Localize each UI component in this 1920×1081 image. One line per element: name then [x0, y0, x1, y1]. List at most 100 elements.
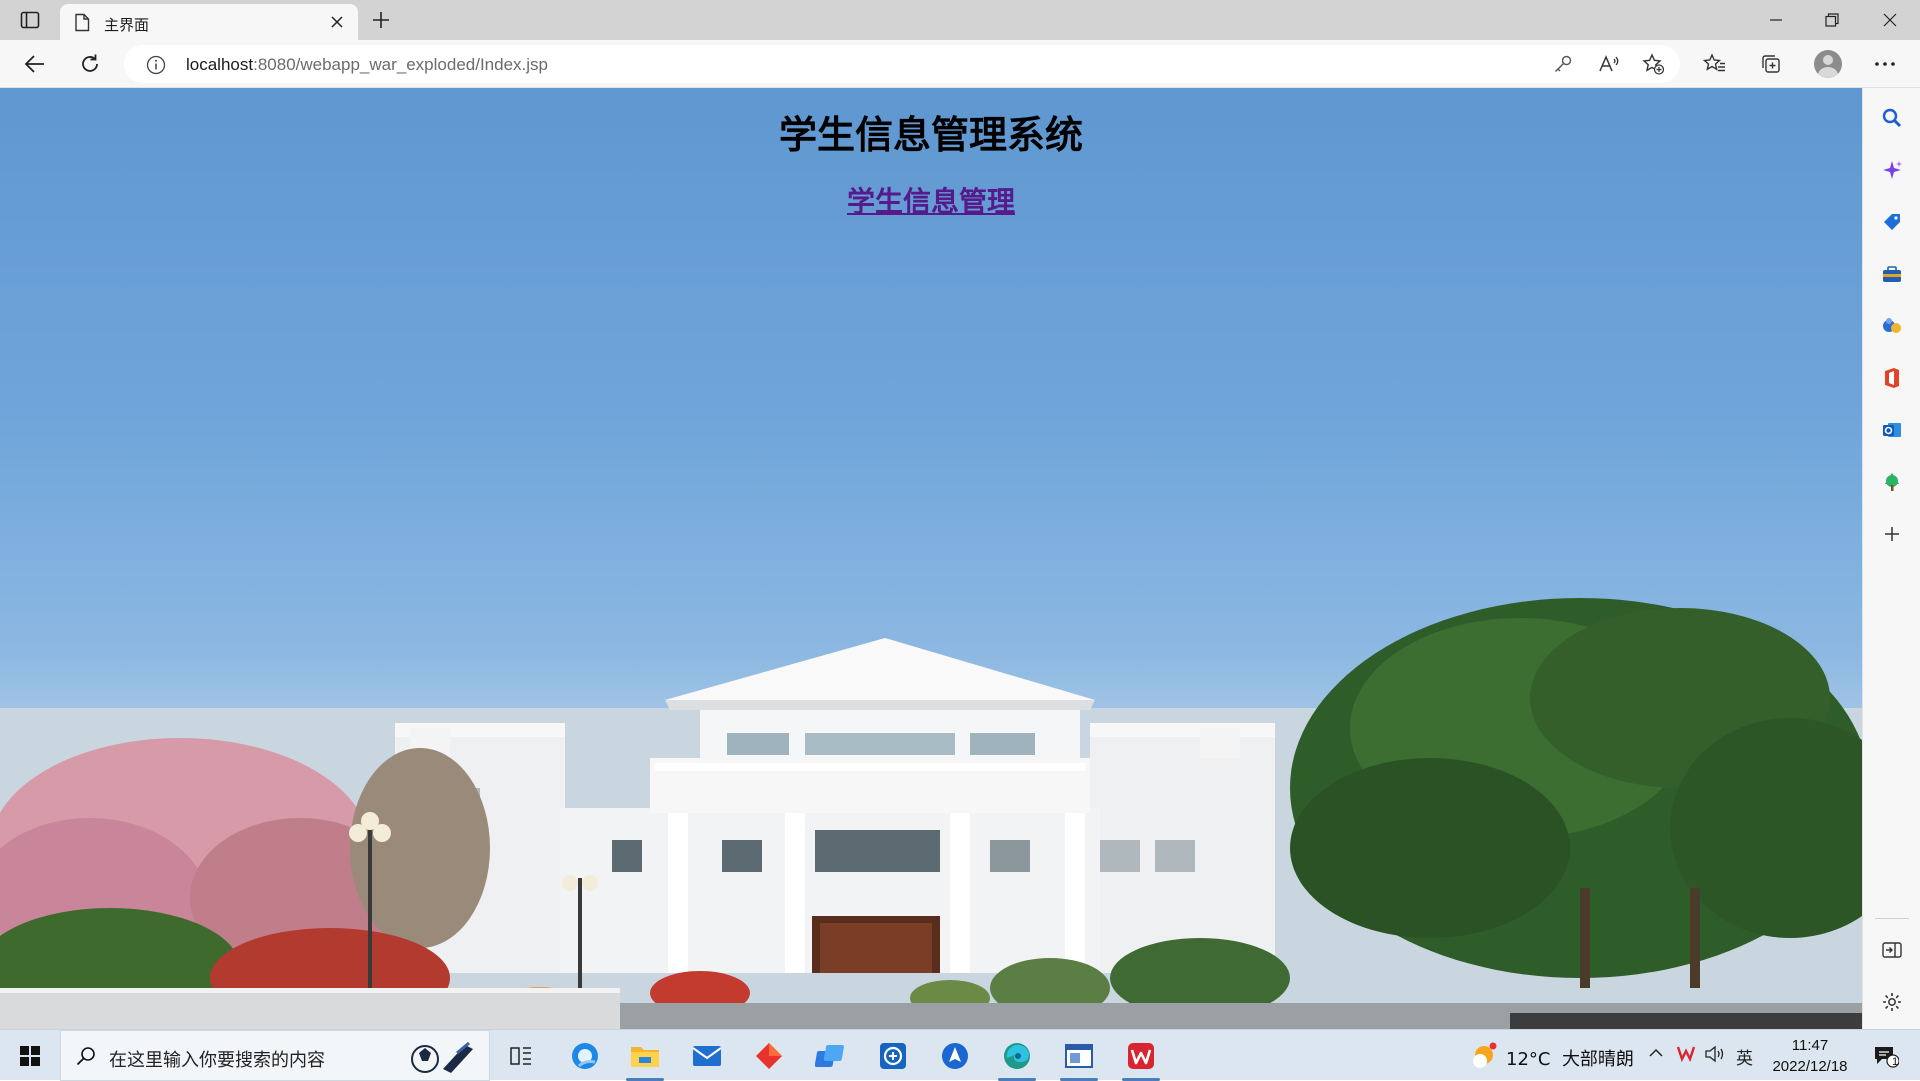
- sidebar-settings-button[interactable]: [1878, 988, 1906, 1016]
- window-app-icon: [1065, 1044, 1093, 1068]
- refresh-button[interactable]: [75, 50, 105, 78]
- office-icon: [1885, 368, 1899, 388]
- task-view-button[interactable]: [498, 1036, 544, 1076]
- taskbar: 在这里输入你要搜索的内容 12°C 大部晴朗 英 11:47 2022/12/1…: [0, 1029, 1920, 1081]
- browser-tab[interactable]: 主界面: [60, 4, 358, 40]
- url-host: localhost: [186, 55, 254, 74]
- page-title: 学生信息管理系统: [778, 113, 1083, 157]
- more-dots-icon: [1875, 62, 1895, 66]
- taskbar-app-wps[interactable]: [1118, 1036, 1164, 1081]
- taskbar-app-file-explorer[interactable]: [622, 1036, 668, 1081]
- more-button[interactable]: [1870, 49, 1900, 79]
- sidebar-shopping-button[interactable]: [1878, 208, 1906, 236]
- tools-icon: [1883, 266, 1901, 282]
- collections-button[interactable]: [1756, 49, 1786, 79]
- page-link-wrapper: 学生信息管理: [0, 180, 1862, 220]
- tab-title: 主界面: [104, 17, 150, 34]
- edge-sidebar: [1862, 88, 1920, 1029]
- title-bar: 主界面: [0, 0, 1920, 40]
- add-favorite-icon[interactable]: [1642, 53, 1664, 75]
- diamond-app-icon: [756, 1043, 782, 1069]
- key-icon[interactable]: [1552, 54, 1574, 74]
- taskbar-search[interactable]: 在这里输入你要搜索的内容: [60, 1030, 490, 1081]
- volume-icon[interactable]: [1704, 1045, 1726, 1068]
- refresh-icon: [82, 54, 98, 72]
- page-icon: [74, 13, 90, 37]
- taskbar-app-mail[interactable]: [684, 1036, 730, 1076]
- copilot-icon: [1883, 161, 1902, 179]
- task-view-icon: [510, 1047, 531, 1065]
- restore-icon: [1825, 13, 1839, 27]
- edge-icon: [1004, 1043, 1030, 1069]
- url-path: :8080/webapp_war_exploded/Index.jsp: [253, 55, 548, 74]
- info-icon[interactable]: [146, 55, 166, 80]
- url-text[interactable]: localhost:8080/webapp_war_exploded/Index…: [186, 55, 548, 75]
- sidebar-search-button[interactable]: [1878, 104, 1906, 132]
- search-highlight-icon: [407, 1039, 479, 1080]
- close-icon: [1883, 13, 1897, 27]
- back-button[interactable]: [20, 50, 50, 78]
- sidebar-tree-button[interactable]: [1878, 468, 1906, 496]
- blue-squares-app-icon: [815, 1045, 844, 1067]
- folder-icon: [631, 1047, 659, 1067]
- tab-actions-icon: [20, 11, 40, 29]
- minimize-button[interactable]: [1756, 6, 1796, 34]
- taskbar-app-window[interactable]: [1056, 1036, 1102, 1081]
- read-aloud-icon[interactable]: [1598, 54, 1620, 74]
- taskbar-app-edge[interactable]: [994, 1036, 1040, 1081]
- new-tab-button[interactable]: [368, 8, 394, 32]
- address-bar[interactable]: localhost:8080/webapp_war_exploded/Index…: [124, 45, 1680, 83]
- shopping-icon: [1884, 214, 1900, 230]
- start-button[interactable]: [10, 1042, 50, 1070]
- page-content: 学生信息管理系统 学生信息管理: [0, 88, 1862, 1029]
- games-icon: [1883, 318, 1901, 333]
- show-hidden-icons-icon[interactable]: [1648, 1046, 1664, 1065]
- search-icon: [1882, 108, 1902, 128]
- taskbar-app-qq-browser[interactable]: [562, 1036, 608, 1076]
- taskbar-app-store[interactable]: [870, 1036, 916, 1076]
- sidebar-divider: [1875, 918, 1909, 919]
- back-arrow-icon: [24, 55, 44, 73]
- navigation-bar: localhost:8080/webapp_war_exploded/Index…: [0, 40, 1920, 88]
- collections-icon: [1762, 55, 1780, 73]
- sidebar-tools-button[interactable]: [1878, 260, 1906, 288]
- student-info-management-link[interactable]: 学生信息管理: [847, 185, 1015, 218]
- favorites-button[interactable]: [1700, 49, 1730, 79]
- tab-actions-button[interactable]: [14, 8, 46, 32]
- close-tab-icon[interactable]: [328, 13, 346, 31]
- sidebar-office-button[interactable]: [1878, 364, 1906, 392]
- mail-icon: [692, 1046, 722, 1066]
- browser-app-icon: [572, 1043, 598, 1069]
- taskbar-app-red[interactable]: [746, 1036, 792, 1076]
- notification-center-button[interactable]: 1: [1870, 1042, 1902, 1070]
- sidebar-games-button[interactable]: [1878, 312, 1906, 340]
- search-icon: [75, 1045, 97, 1072]
- hide-sidebar-icon: [1882, 942, 1902, 958]
- restore-button[interactable]: [1812, 6, 1852, 34]
- weather-description: 大部晴朗: [1561, 1049, 1634, 1070]
- settings-icon: [1883, 993, 1901, 1011]
- profile-avatar[interactable]: [1814, 50, 1842, 78]
- close-window-button[interactable]: [1870, 6, 1910, 34]
- weather-temp[interactable]: 12°C 大部晴朗: [1506, 1045, 1634, 1071]
- sidebar-copilot-button[interactable]: [1878, 156, 1906, 184]
- weather-icon[interactable]: [1468, 1041, 1498, 1076]
- ime-indicator[interactable]: 英: [1736, 1044, 1753, 1069]
- clock-date: 2022/12/18: [1772, 1058, 1848, 1075]
- favorites-icon: [1703, 53, 1725, 72]
- tree-icon: [1885, 473, 1899, 491]
- store-app-icon: [880, 1043, 906, 1069]
- wps-tray-icon[interactable]: [1676, 1044, 1696, 1067]
- taskbar-app-blue-squares[interactable]: [808, 1036, 854, 1076]
- sidebar-add-button[interactable]: [1878, 520, 1906, 548]
- navigator-app-icon: [942, 1043, 968, 1069]
- plus-icon: [373, 12, 389, 28]
- windows-logo-icon: [20, 1046, 40, 1066]
- taskbar-app-navigator[interactable]: [932, 1036, 978, 1076]
- wps-icon: [1128, 1043, 1154, 1069]
- weather-temperature: 12°C: [1506, 1049, 1551, 1070]
- notification-count: 1: [1892, 1056, 1899, 1068]
- sidebar-hide-button[interactable]: [1878, 936, 1906, 964]
- clock[interactable]: 11:47 2022/12/18: [1762, 1035, 1858, 1077]
- sidebar-outlook-button[interactable]: [1878, 416, 1906, 444]
